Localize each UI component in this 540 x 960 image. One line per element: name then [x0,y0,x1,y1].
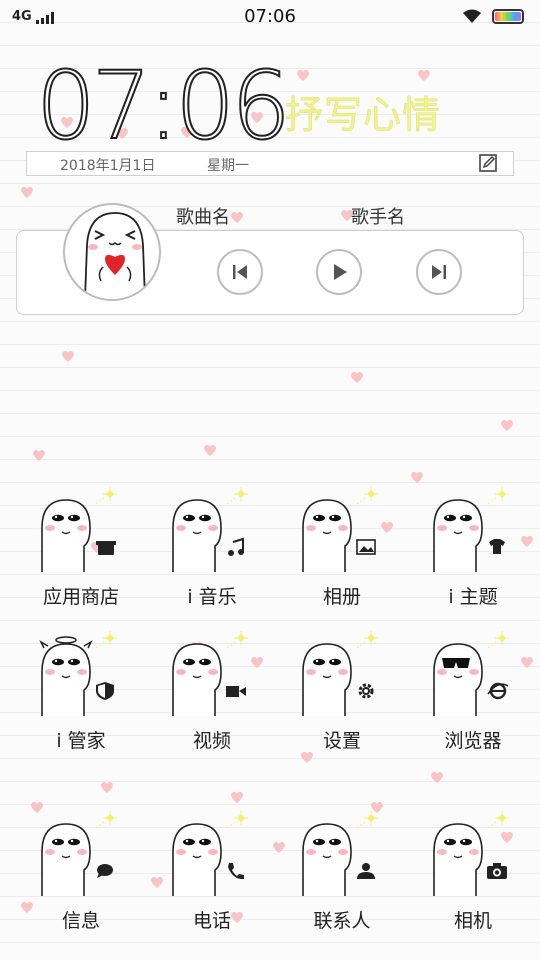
wifi-icon [463,9,481,23]
heart-icon [204,444,216,456]
previous-button[interactable] [217,249,263,295]
status-bar: 4G 07:06 [0,0,540,34]
shirt-icon [424,486,520,574]
sparkle-icon [226,487,248,505]
music-note-icon [163,486,259,574]
app-gear[interactable]: 设置 [277,630,397,755]
mood-text[interactable]: 抒写心情 [285,84,441,139]
play-button[interactable] [316,249,362,295]
album-avatar[interactable] [63,203,161,301]
sparkle-icon [95,811,117,829]
sparkle-icon [356,487,378,505]
avatar-face-icon [84,212,146,299]
heart-icon [33,449,45,461]
app-label: 电话 [192,910,231,932]
phone-icon [163,810,259,898]
sparkle-icon [356,811,378,829]
app-gallery[interactable]: 相册 [277,486,397,611]
sparkle-icon [356,631,378,649]
sparkle-icon [487,487,509,505]
app-label: 应用商店 [42,586,119,608]
heart-icon [418,69,430,81]
message-icon [32,810,128,898]
app-label: 视频 [192,730,231,752]
weekday-text: 星期一 [207,158,249,174]
status-time: 07:06 [244,6,296,27]
app-label: 信息 [61,910,100,932]
heart-icon [21,186,33,198]
heart-icon [231,791,243,803]
app-label: 相机 [453,910,492,932]
app-video-camera[interactable]: 视频 [147,630,267,755]
app-label: 浏览器 [444,730,502,752]
battery-icon [492,8,524,24]
gear-icon [293,630,389,718]
app-label: 相册 [322,586,361,608]
app-contact[interactable]: 联系人 [277,810,397,935]
heart-icon [297,69,309,81]
app-camera[interactable]: 相机 [408,810,528,935]
sparkle-icon [226,631,248,649]
heart-icon [231,211,243,223]
sparkle-icon [487,811,509,829]
sparkle-icon [95,631,117,649]
date-bar: 2018年1月1日 星期一 [26,151,514,176]
song-name: 歌曲名 [176,207,230,228]
sparkle-icon [226,811,248,829]
heart-icon [101,781,113,793]
browser-icon [424,630,520,718]
clock-display[interactable]: 07:06 [35,59,292,155]
heart-icon [501,419,513,431]
play-icon [334,264,347,280]
next-icon [432,265,446,279]
app-label: i 管家 [56,730,106,752]
app-label: i 音乐 [187,586,237,608]
date-text: 2018年1月1日 [60,158,156,174]
app-label: 设置 [322,730,361,752]
app-label: i 主题 [448,586,498,608]
heart-icon [411,471,423,483]
heart-icon [351,371,363,383]
app-shirt[interactable]: i 主题 [408,486,528,611]
video-camera-icon [163,630,259,718]
app-label: 联系人 [313,910,371,932]
camera-icon [424,810,520,898]
app-music-note[interactable]: i 音乐 [147,486,267,611]
singer-name: 歌手名 [351,207,405,228]
app-message[interactable]: 信息 [16,810,136,935]
status-right [462,8,524,24]
edit-icon[interactable] [479,154,497,172]
app-store[interactable]: 应用商店 [16,486,136,611]
previous-icon [233,265,247,279]
heart-icon [62,350,74,362]
sparkle-icon [95,487,117,505]
app-browser[interactable]: 浏览器 [408,630,528,755]
heart-icon [431,771,443,783]
app-phone[interactable]: 电话 [147,810,267,935]
app-shield[interactable]: i 管家 [16,630,136,755]
next-button[interactable] [416,249,462,295]
gallery-icon [293,486,389,574]
sparkle-icon [487,631,509,649]
store-icon [32,486,128,574]
shield-icon [32,630,128,718]
contact-icon [293,810,389,898]
